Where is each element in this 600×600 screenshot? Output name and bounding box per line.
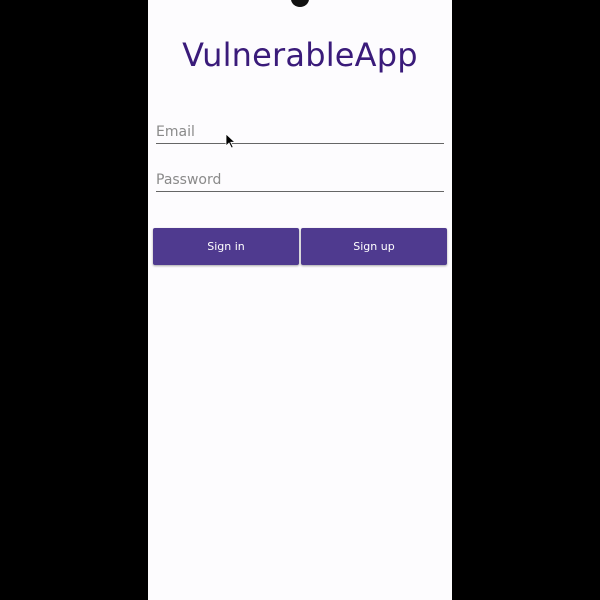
email-field[interactable] [156,120,444,144]
auth-button-row: Sign in Sign up [153,228,447,265]
sign-in-button[interactable]: Sign in [153,228,299,265]
sign-up-button[interactable]: Sign up [301,228,447,265]
app-title: VulnerableApp [182,36,418,74]
camera-notch [291,0,309,7]
phone-screen: VulnerableApp Sign in Sign up [148,0,452,600]
screen-backdrop: VulnerableApp Sign in Sign up [0,0,600,600]
mouse-pointer-icon [225,133,237,149]
password-field[interactable] [156,168,444,192]
